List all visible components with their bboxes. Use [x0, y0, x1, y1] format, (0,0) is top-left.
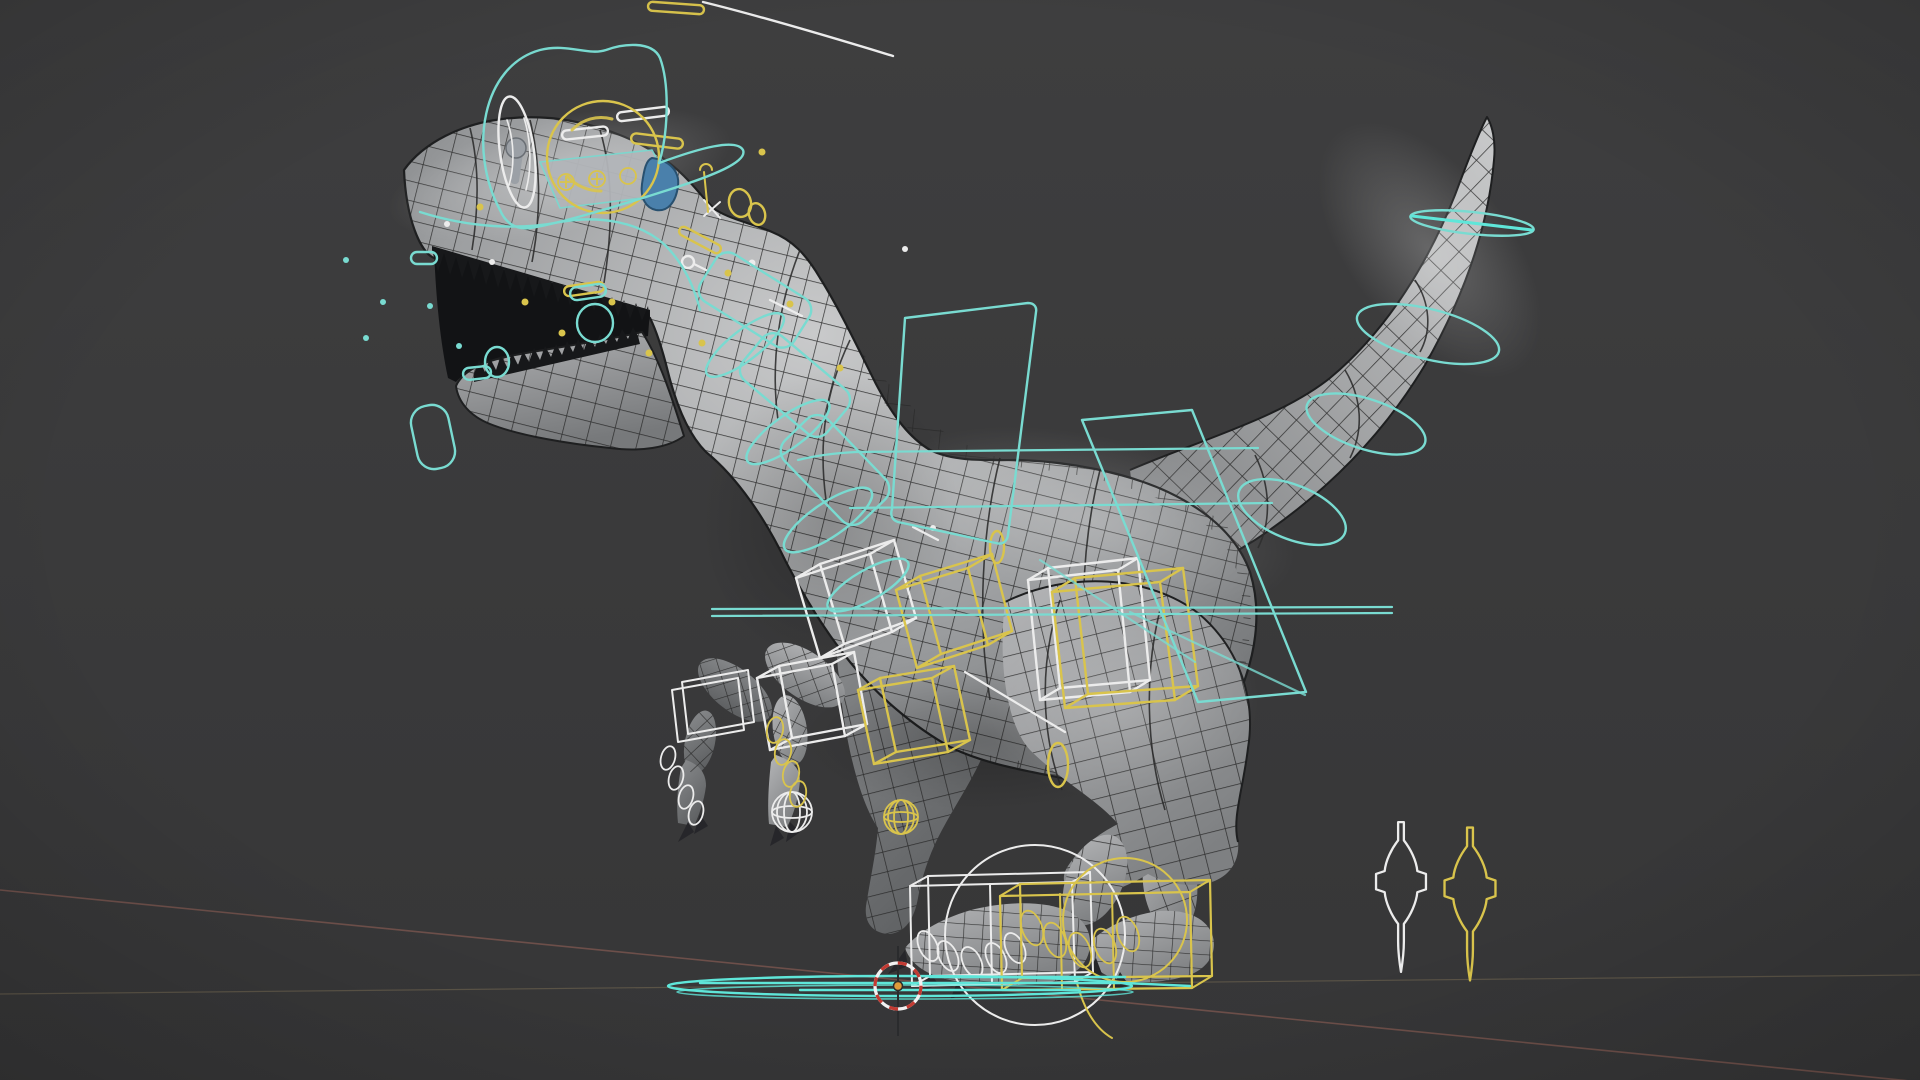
viewport-3d[interactable] [0, 0, 1920, 1080]
skull-slab[interactable] [540, 150, 678, 210]
viewport-canvas[interactable] [0, 0, 1920, 1080]
cursor-center-dot [894, 982, 903, 991]
neck-shadow [700, 370, 960, 670]
